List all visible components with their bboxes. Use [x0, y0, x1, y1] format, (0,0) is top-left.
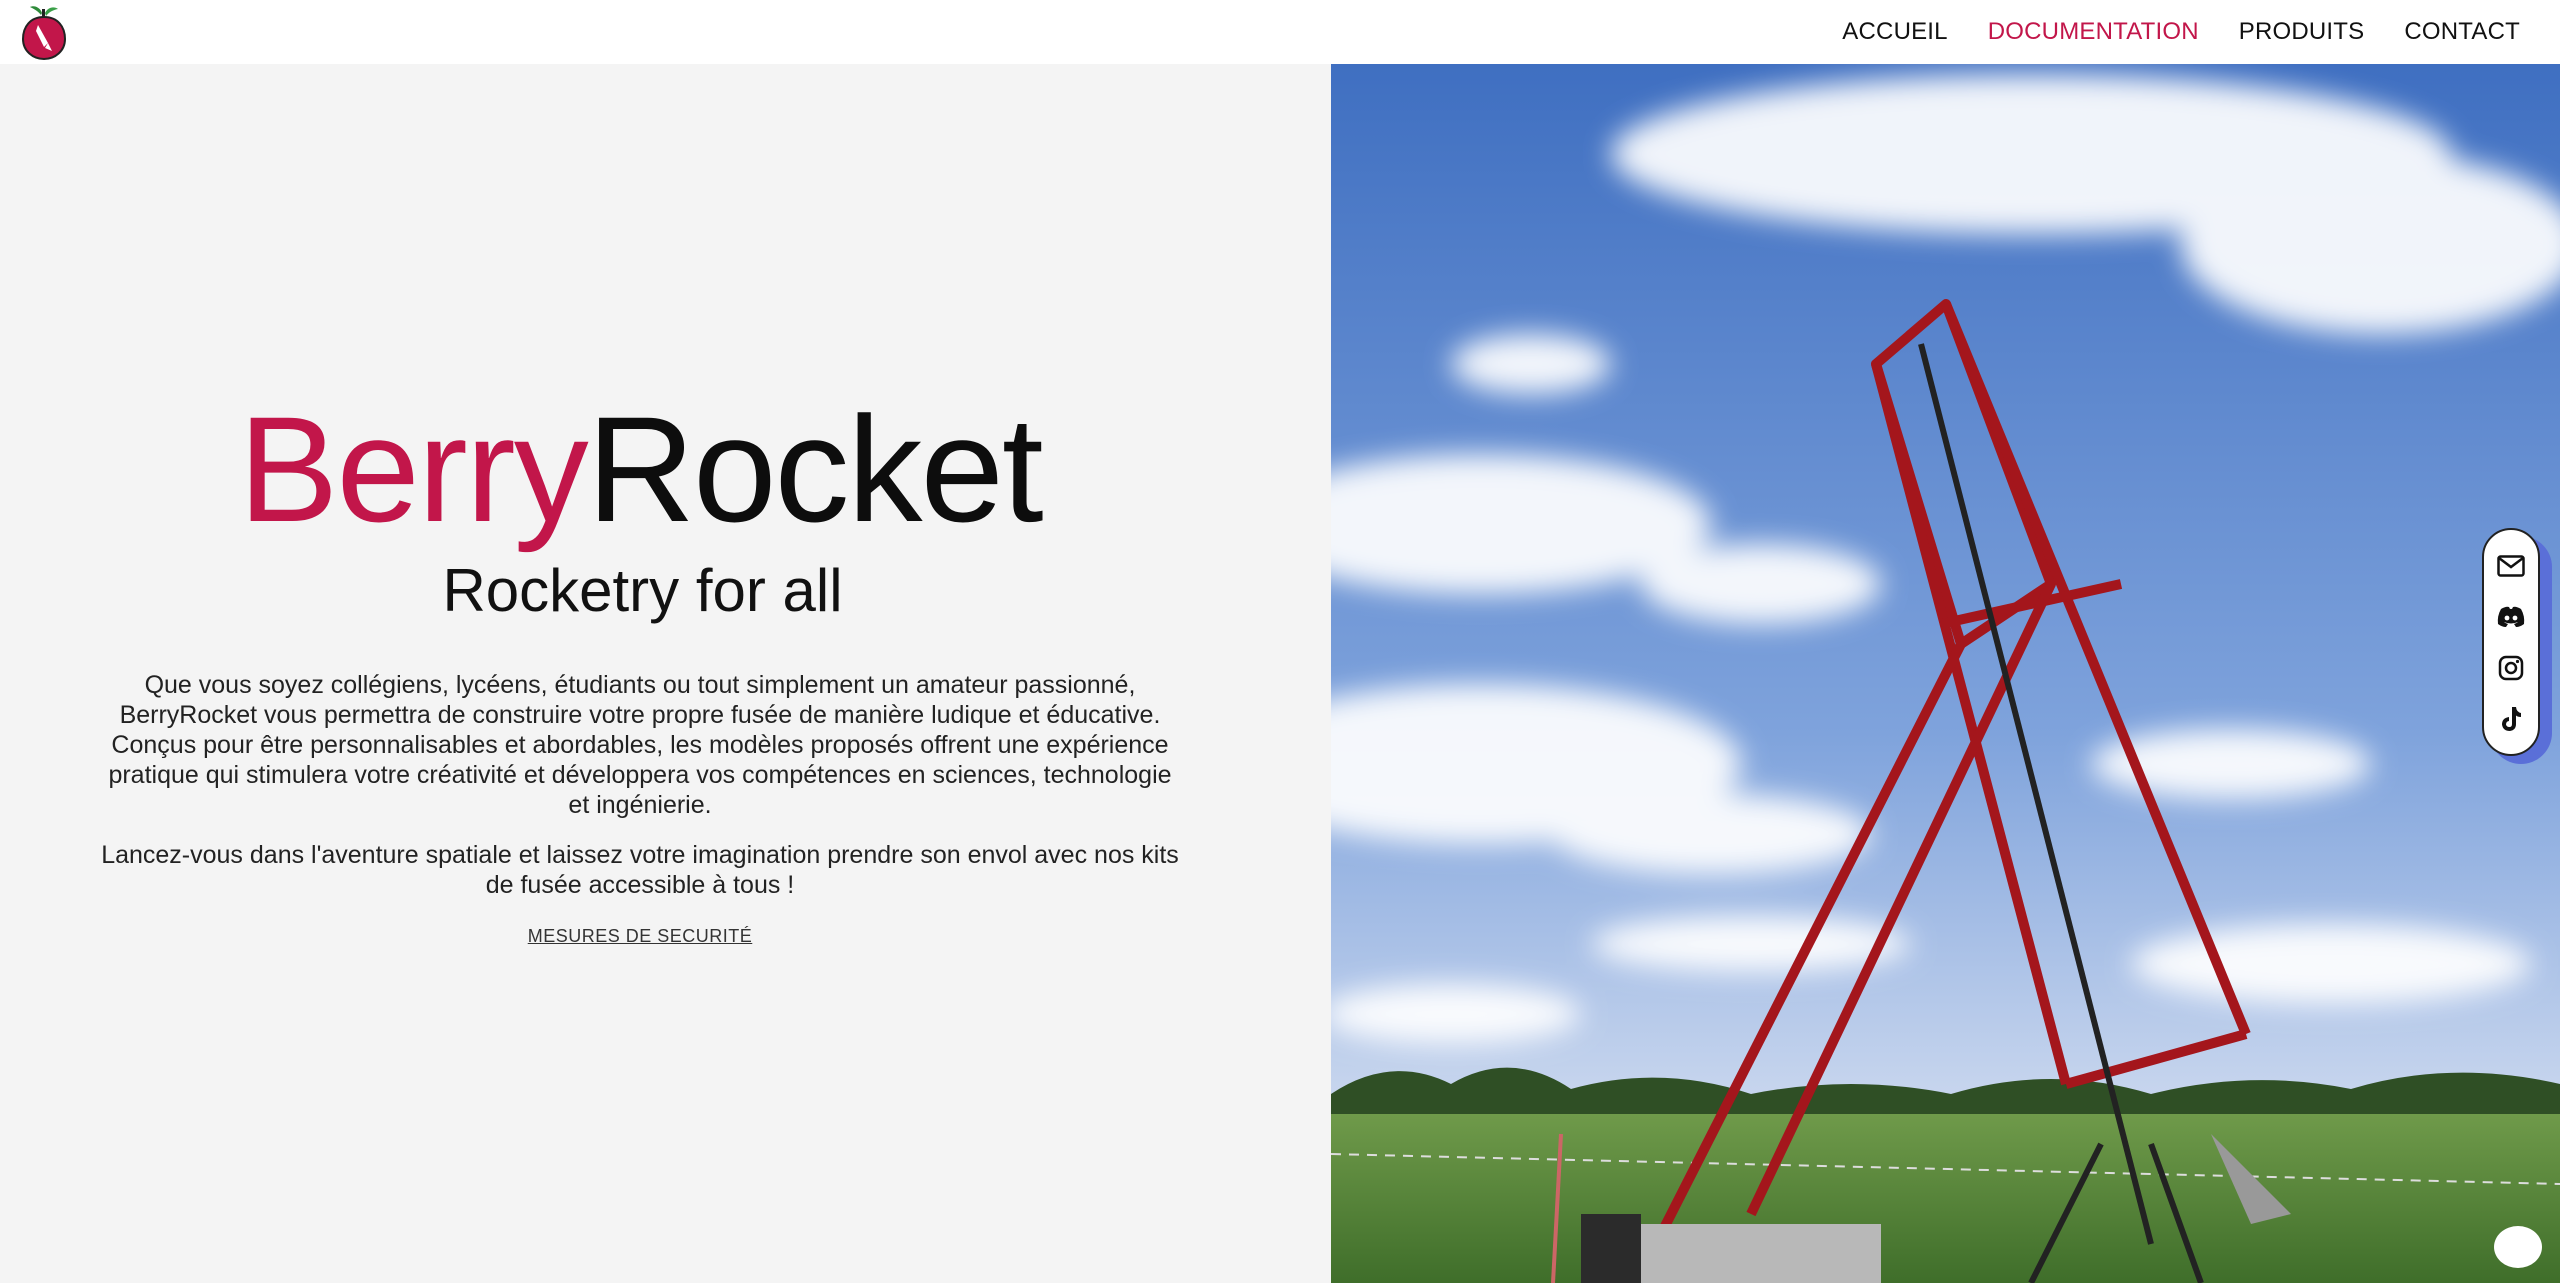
chat-bubble-icon[interactable]: [2494, 1226, 2542, 1268]
brand-title: BerryRocket: [0, 394, 1280, 544]
tiktok-icon[interactable]: [2495, 703, 2527, 735]
berry-logo-icon[interactable]: [20, 3, 68, 61]
nav-produits[interactable]: PRODUITS: [2239, 18, 2365, 46]
nav-contact[interactable]: CONTACT: [2404, 18, 2520, 46]
tagline: Rocketry for all: [442, 557, 843, 624]
site-header: ACCUEIL DOCUMENTATION PRODUITS CONTACT: [0, 0, 2560, 64]
cta-paragraph: Lancez-vous dans l'aventure spatiale et …: [101, 841, 1179, 899]
discord-icon[interactable]: [2495, 601, 2527, 633]
intro-paragraph: Que vous soyez collégiens, lycéens, étud…: [108, 671, 1172, 819]
launch-photo: [1331, 64, 2560, 1283]
main-nav: ACCUEIL DOCUMENTATION PRODUITS CONTACT: [1842, 0, 2520, 64]
social-bar: [2482, 528, 2540, 756]
brand-berry: Berry: [238, 385, 588, 553]
hero-text-panel: BerryRocket Rocketry for all Que vous so…: [0, 64, 1330, 1283]
nav-accueil[interactable]: ACCUEIL: [1842, 18, 1947, 46]
nav-documentation[interactable]: DOCUMENTATION: [1988, 18, 2199, 46]
safety-link[interactable]: MESURES DE SECURITÉ: [0, 926, 1280, 947]
instagram-icon[interactable]: [2495, 652, 2527, 684]
brand-rocket: Rocket: [586, 385, 1044, 553]
mail-icon[interactable]: [2495, 550, 2527, 582]
